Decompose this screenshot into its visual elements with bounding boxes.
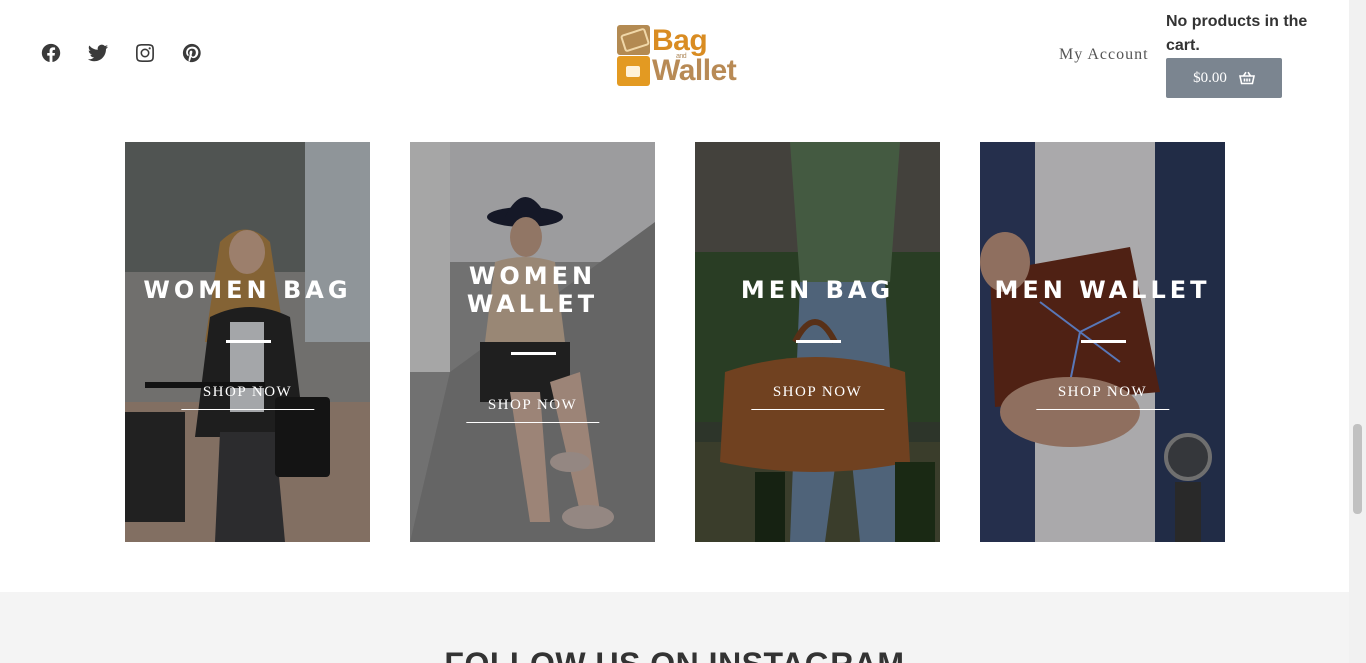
wallet-logo-icon (617, 25, 650, 55)
title-divider (510, 352, 556, 355)
cart-button[interactable]: $0.00 (1166, 58, 1282, 98)
title-divider (225, 340, 271, 343)
instagram-heading: FOLLOW US ON INSTAGRAM (0, 646, 1349, 663)
twitter-link[interactable] (87, 42, 109, 64)
category-card-men-wallet[interactable]: MEN WALLET SHOP NOW (980, 142, 1225, 542)
pinterest-icon (182, 43, 201, 63)
category-title: WOMEN WALLET (466, 262, 599, 318)
social-links (40, 42, 203, 64)
instagram-section: FOLLOW US ON INSTAGRAM (0, 592, 1349, 663)
cart-empty-message: No products in the cart. (1166, 13, 1308, 54)
shop-now-link-women-wallet[interactable]: SHOP NOW (465, 397, 600, 423)
instagram-link[interactable] (134, 42, 156, 64)
facebook-link[interactable] (40, 42, 62, 64)
category-card-women-bag[interactable]: WOMEN BAG SHOP NOW (125, 142, 370, 542)
my-account-link[interactable]: My Account (1059, 46, 1149, 64)
category-card-men-bag[interactable]: MEN BAG SHOP NOW (695, 142, 940, 542)
site-logo[interactable]: Bag and Wallet (616, 24, 742, 88)
bag-logo-icon (617, 56, 650, 86)
site-header: Bag and Wallet My Account No products in… (0, 0, 1349, 110)
basket-icon (1238, 71, 1255, 85)
instagram-icon (136, 44, 154, 62)
pinterest-link[interactable] (181, 42, 203, 64)
twitter-icon (87, 44, 109, 62)
logo-text-wallet: Wallet (652, 54, 737, 87)
page-scrollbar[interactable] (1349, 0, 1366, 663)
category-title: WOMEN BAG (143, 276, 352, 304)
shop-now-link-women-bag[interactable]: SHOP NOW (180, 384, 315, 410)
title-divider (1080, 340, 1126, 343)
category-title: MEN BAG (740, 276, 895, 304)
scrollbar-thumb[interactable] (1353, 424, 1362, 514)
category-title: MEN WALLET (994, 276, 1211, 304)
title-divider (795, 340, 841, 343)
category-card-women-wallet[interactable]: WOMEN WALLET SHOP NOW (410, 142, 655, 542)
shop-now-link-men-wallet[interactable]: SHOP NOW (1035, 384, 1170, 410)
cart-total: $0.00 (1193, 69, 1227, 86)
facebook-icon (41, 43, 61, 63)
card-overlay (410, 142, 655, 542)
shop-now-link-men-bag[interactable]: SHOP NOW (750, 384, 885, 410)
